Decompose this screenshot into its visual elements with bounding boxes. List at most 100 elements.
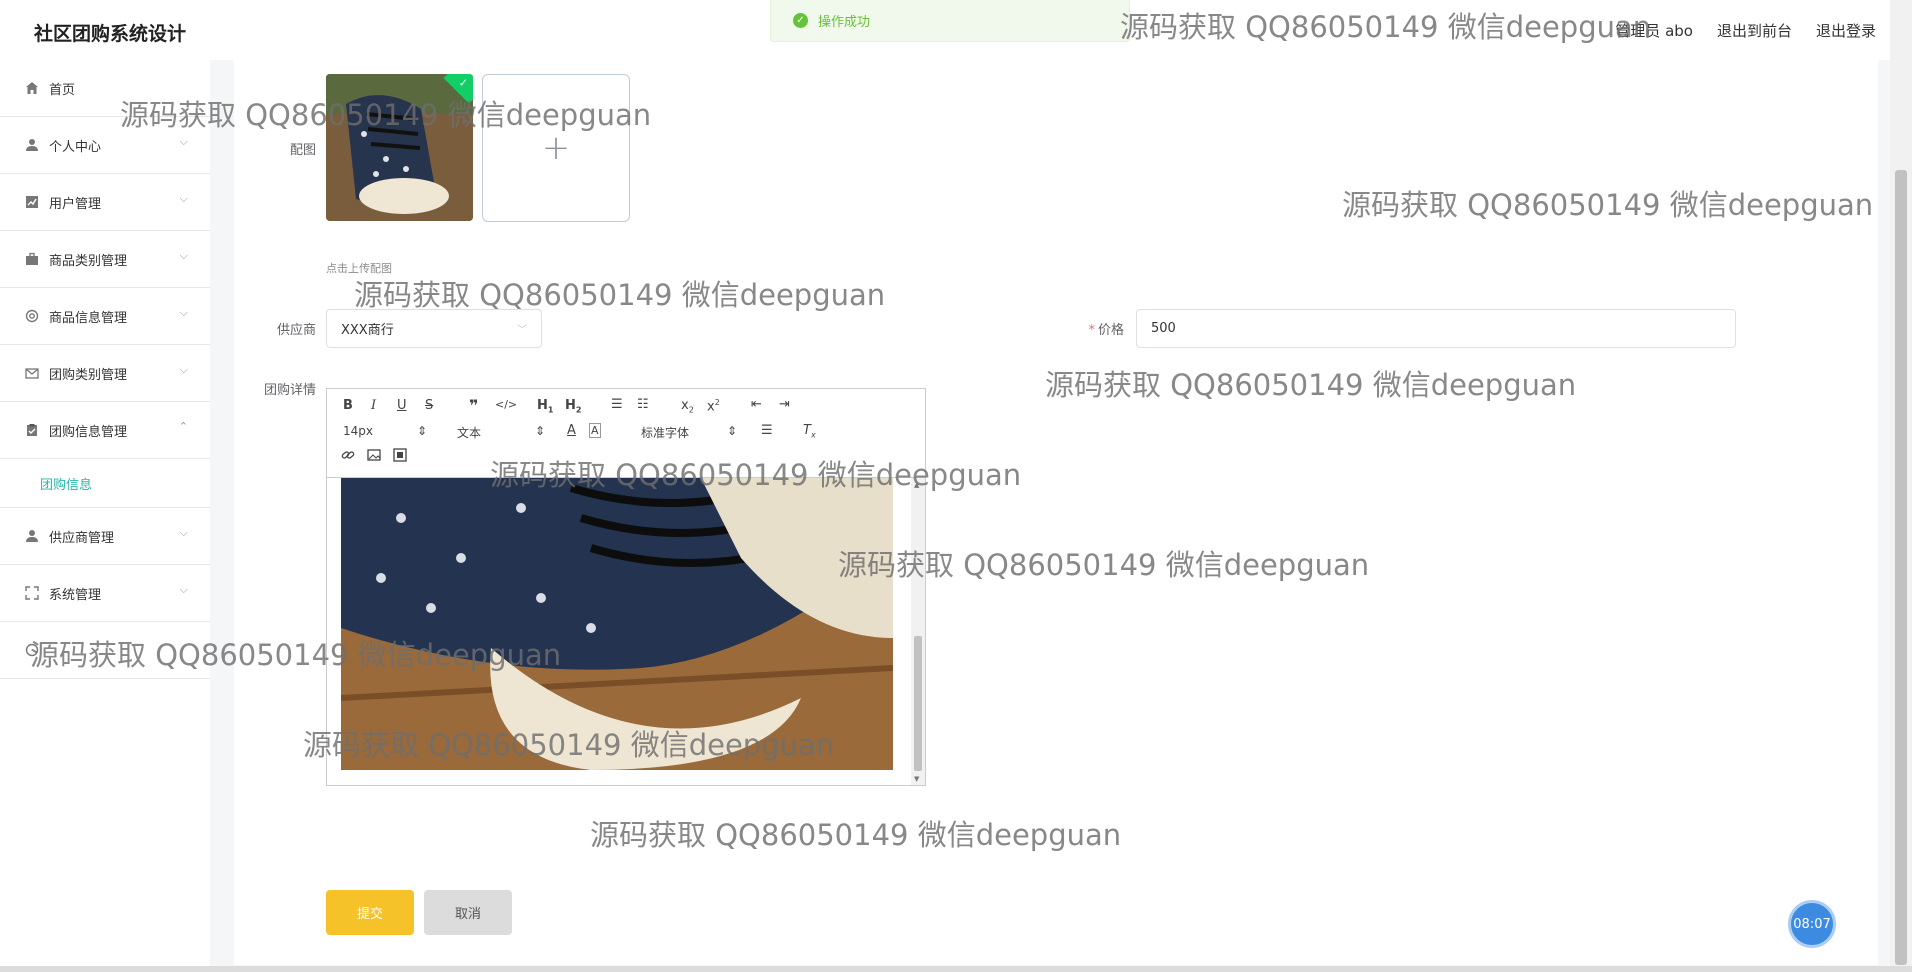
sidebar-item-system[interactable]: 系统管理 ⌵ — [0, 565, 210, 622]
ordered-list-icon[interactable]: ☰ — [611, 397, 623, 412]
watermark: 源码获取 QQ86050149 微信deepguan — [590, 818, 1122, 852]
sidebar-item-groupbuy-category[interactable]: 团购类别管理 ⌵ — [0, 345, 210, 402]
superscript-icon[interactable]: x2 — [707, 398, 720, 414]
sidebar-item-label: 商品信息管理 — [49, 310, 128, 326]
price-value: 500 — [1151, 321, 1176, 336]
clock-badge: 08:07 — [1788, 900, 1836, 948]
chevron-up-icon: ⌃ — [178, 420, 188, 433]
detail-label: 团购详情 — [263, 383, 316, 398]
background-color-icon[interactable]: A — [589, 423, 601, 438]
chevron-down-icon: ⌵ — [179, 135, 188, 148]
link-icon[interactable] — [341, 448, 355, 466]
watermark: 源码获取 QQ86050149 微信deepguan — [1342, 188, 1874, 222]
watermark: 源码获取 QQ86050149 微信deepguan — [120, 98, 652, 132]
sidebar-item-label: 供应商管理 — [49, 530, 115, 546]
sidebar-item-goods-category[interactable]: 商品类别管理 ⌵ — [0, 231, 210, 288]
toast-message: 操作成功 — [818, 15, 871, 30]
sidebar-item-groupbuy-info[interactable]: 团购信息管理 ⌃ — [0, 402, 210, 459]
updown-icon: ⇕ — [726, 424, 737, 438]
watermark: 源码获取 QQ86050149 微信deepguan — [1045, 368, 1577, 402]
paragraph-value: 文本 — [457, 426, 482, 440]
editor-scroll-thumb[interactable] — [914, 636, 922, 771]
supplier-label: 供应商 — [276, 323, 316, 338]
user-icon — [24, 528, 40, 544]
bottom-strip — [0, 966, 1912, 972]
editor-scrollbar[interactable]: ▲ ▼ — [911, 478, 925, 785]
subscript-icon[interactable]: x2 — [681, 398, 694, 415]
font-size-value: 14px — [343, 424, 373, 438]
page-scroll-thumb[interactable] — [1895, 170, 1907, 965]
sidebar-item-label: 个人中心 — [49, 139, 102, 155]
supplier-selected-value: XXX商行 — [341, 323, 394, 338]
chevron-down-icon: ⌵ — [179, 192, 188, 205]
price-label: 价格 — [1097, 323, 1124, 338]
success-toast: ✓ 操作成功 — [770, 0, 1130, 42]
sidebar-item-label: 商品类别管理 — [49, 253, 128, 269]
sidebar-item-label: 用户管理 — [49, 196, 102, 212]
indent-decrease-icon[interactable]: ⇤ — [751, 397, 762, 412]
logout-link[interactable]: 退出登录 — [1816, 20, 1876, 41]
font-color-icon[interactable]: A — [567, 423, 576, 438]
chart-icon — [24, 194, 40, 210]
expand-icon — [24, 585, 40, 601]
image-label: 配图 — [289, 143, 316, 158]
clear-format-icon[interactable]: Tx — [803, 423, 816, 440]
scroll-down-icon[interactable]: ▼ — [914, 775, 919, 783]
app-title: 社区团购系统设计 — [34, 23, 187, 45]
page-scrollbar[interactable] — [1890, 0, 1912, 972]
chevron-down-icon: ⌵ — [179, 249, 188, 262]
bold-icon[interactable]: B — [343, 398, 353, 413]
watermark: 源码获取 QQ86050149 微信deepguan — [354, 278, 886, 312]
home-icon — [24, 80, 40, 96]
sidebar-item-user-management[interactable]: 用户管理 ⌵ — [0, 174, 210, 231]
price-label-wrap: * 价格 — [1064, 319, 1124, 338]
align-icon[interactable]: ☰ — [761, 423, 773, 438]
sidebar-item-label: 首页 — [49, 82, 76, 98]
sidebar-subitem-groupbuy[interactable]: 团购信息 — [0, 459, 210, 508]
sidebar-item-label: 团购类别管理 — [49, 367, 128, 383]
submit-button[interactable]: 提交 — [326, 890, 414, 935]
updown-icon: ⇕ — [416, 424, 427, 438]
sidebar-item-label: 团购信息管理 — [49, 424, 128, 440]
image-icon[interactable] — [367, 448, 381, 466]
video-icon[interactable] — [393, 448, 407, 466]
font-family-value: 标准字体 — [641, 426, 690, 440]
blockquote-icon[interactable]: ❞ — [469, 396, 478, 415]
user-icon — [24, 137, 40, 153]
watermark: 源码获取 QQ86050149 微信deepguan — [303, 728, 835, 762]
underline-icon[interactable]: U — [397, 398, 407, 413]
sidebar-item-label: 团购信息 — [40, 477, 93, 493]
gear-icon — [24, 308, 40, 324]
chevron-down-icon: ⌵ — [179, 583, 188, 596]
watermark: 源码获取 QQ86050149 微信deepguan — [1120, 10, 1652, 44]
indent-increase-icon[interactable]: ⇥ — [779, 397, 790, 412]
strikethrough-icon[interactable]: S — [425, 398, 433, 413]
top-links: 管理员 abo 退出到前台 退出登录 — [1615, 20, 1876, 41]
sidebar-item-label: 系统管理 — [49, 587, 102, 603]
chevron-down-icon: ⌵ — [179, 306, 188, 319]
heading2-icon[interactable]: H2 — [565, 398, 581, 415]
check-circle-icon: ✓ — [793, 13, 808, 28]
font-size-select[interactable]: 14px ⇕ — [343, 424, 427, 438]
chevron-down-icon: ⌵ — [179, 526, 188, 539]
sidebar-item-goods-info[interactable]: 商品信息管理 ⌵ — [0, 288, 210, 345]
font-family-select[interactable]: 标准字体 ⇕ — [641, 424, 737, 441]
price-input[interactable]: 500 — [1136, 309, 1736, 348]
supplier-select[interactable]: XXX商行 ﹀ — [326, 309, 542, 348]
bullet-list-icon[interactable]: ☷ — [637, 397, 649, 412]
plus-icon: + — [541, 128, 571, 168]
back-to-front-link[interactable]: 退出到前台 — [1717, 20, 1792, 41]
clipboard-icon — [24, 422, 40, 438]
watermark: 源码获取 QQ86050149 微信deepguan — [490, 458, 1022, 492]
italic-icon[interactable]: I — [371, 398, 376, 413]
watermark: 源码获取 QQ86050149 微信deepguan — [30, 638, 562, 672]
code-block-icon[interactable]: </> — [495, 398, 517, 411]
updown-icon: ⇕ — [534, 424, 545, 438]
chevron-down-icon: ﹀ — [517, 325, 527, 336]
paragraph-select[interactable]: 文本 ⇕ — [457, 424, 545, 441]
sidebar-item-supplier[interactable]: 供应商管理 ⌵ — [0, 508, 210, 565]
cancel-button[interactable]: 取消 — [424, 890, 512, 935]
required-mark: * — [1088, 323, 1095, 338]
heading1-icon[interactable]: H1 — [537, 398, 553, 415]
chevron-down-icon: ⌵ — [179, 363, 188, 376]
